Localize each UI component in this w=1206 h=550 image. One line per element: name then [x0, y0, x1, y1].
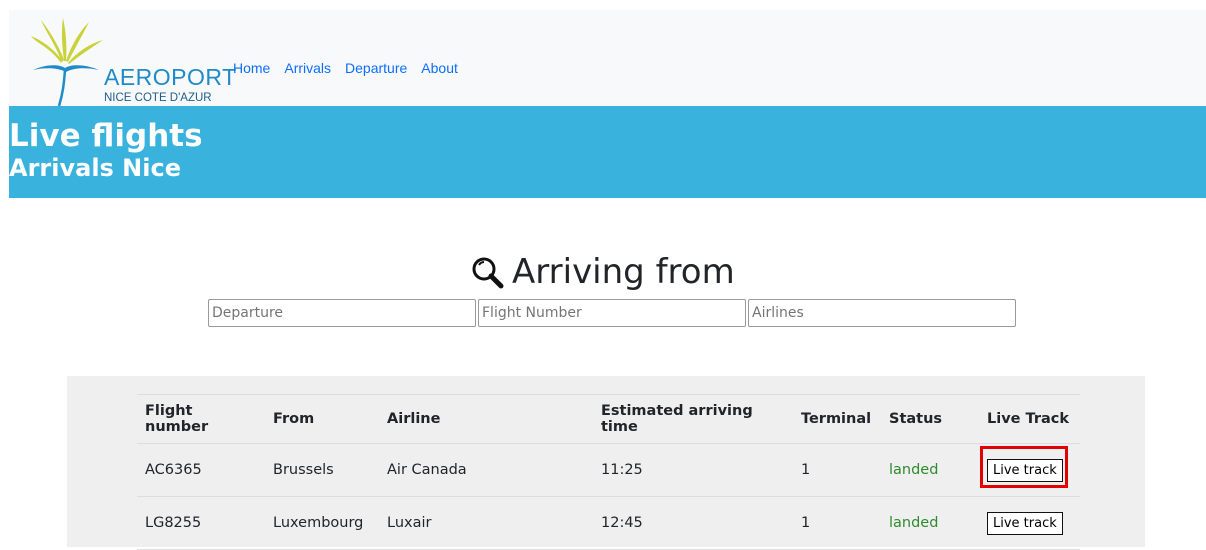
col-airline: Airline: [379, 394, 593, 444]
departure-input[interactable]: [208, 299, 476, 327]
search-inputs: [208, 299, 1016, 327]
col-eta: Estimated arriving time: [593, 394, 793, 444]
col-from: From: [265, 394, 379, 444]
banner-subtitle: Arrivals Nice: [9, 154, 181, 182]
flights-table: Flight number From Airline Estimated arr…: [137, 394, 1080, 550]
airport-logo[interactable]: AEROPORT NICE COTE D'AZUR: [31, 18, 236, 108]
airline-cell: Air Canada: [379, 443, 593, 497]
flight-number-input[interactable]: [478, 299, 746, 327]
logo-subtitle: NICE COTE D'AZUR: [104, 92, 212, 104]
live-track-button[interactable]: Live track: [987, 458, 1063, 482]
flight-number-cell: AC6365: [137, 443, 265, 497]
live-track-cell: Live track: [979, 496, 1080, 550]
status-cell: landed: [881, 443, 979, 497]
live-track-cell: Live track: [979, 443, 1080, 497]
nav-link-arrivals[interactable]: Arrivals: [284, 60, 331, 76]
magnifier-icon: [472, 257, 504, 289]
navbar: AEROPORT NICE COTE D'AZUR Home Arrivals …: [9, 10, 1206, 108]
from-cell: Luxembourg: [265, 496, 379, 550]
nav-links: Home Arrivals Departure About: [233, 60, 458, 76]
table-header-row: Flight number From Airline Estimated arr…: [137, 394, 1080, 444]
col-status: Status: [881, 394, 979, 444]
flights-table-container: Flight number From Airline Estimated arr…: [67, 376, 1145, 550]
nav-link-about[interactable]: About: [421, 60, 458, 76]
eta-cell: 12:45: [593, 496, 793, 550]
col-terminal: Terminal: [793, 394, 881, 444]
hero-banner: Live flights Arrivals Nice: [9, 106, 1206, 198]
table-row: LG8255 Luxembourg Luxair 12:45 1 landed …: [137, 496, 1080, 550]
nav-link-departure[interactable]: Departure: [345, 60, 407, 76]
status-cell: landed: [881, 496, 979, 550]
logo-title: AEROPORT: [104, 64, 237, 90]
nav-link-home[interactable]: Home: [233, 60, 270, 76]
table-row: AC6365 Brussels Air Canada 11:25 1 lande…: [137, 443, 1080, 497]
col-live-track: Live Track: [979, 394, 1080, 444]
live-track-button[interactable]: Live track: [987, 511, 1063, 535]
terminal-cell: 1: [793, 496, 881, 550]
flight-number-cell: LG8255: [137, 496, 265, 550]
search-heading-text: Arriving from: [512, 252, 735, 292]
airline-cell: Luxair: [379, 496, 593, 550]
palm-logo-icon: [31, 18, 103, 107]
airlines-input[interactable]: [748, 299, 1016, 327]
terminal-cell: 1: [793, 443, 881, 497]
banner-title: Live flights: [9, 118, 203, 154]
col-flight-number: Flight number: [137, 394, 265, 444]
from-cell: Brussels: [265, 443, 379, 497]
search-heading: Arriving from: [470, 252, 735, 292]
eta-cell: 11:25: [593, 443, 793, 497]
